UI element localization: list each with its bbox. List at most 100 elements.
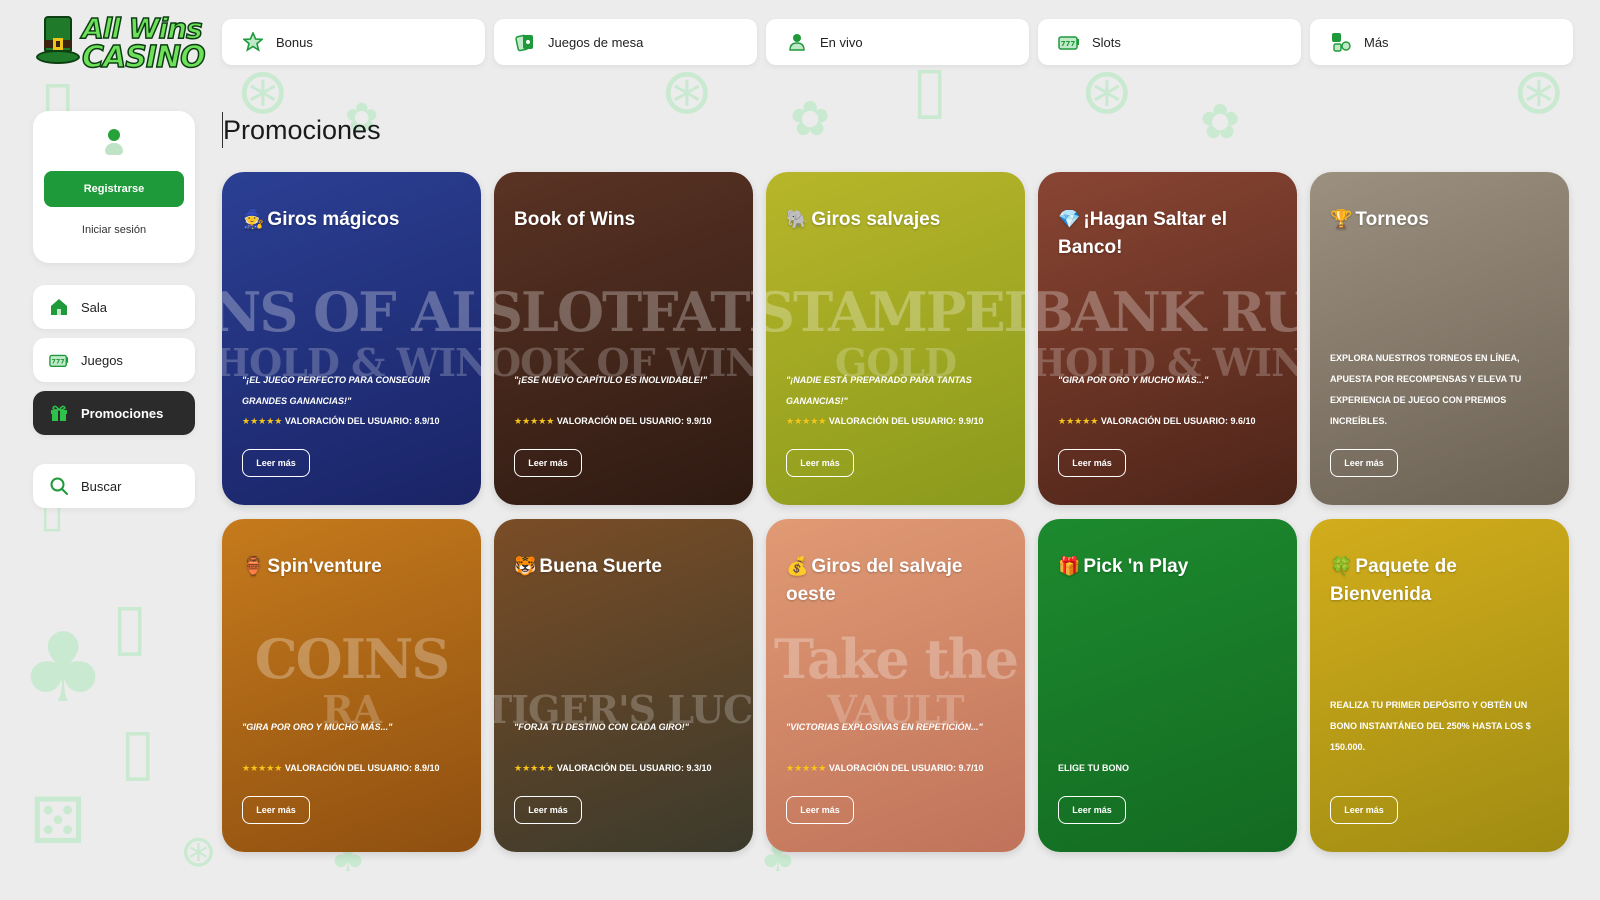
promo-card[interactable]: BANK RUSHHOLD & WIN💎¡Hagan Saltar el Ban… [1038,172,1297,505]
promo-art-text: STAMPEDE [766,280,1025,344]
slot-machine-icon: 777 [49,350,69,370]
logo-text-line2: CASINO [81,39,206,76]
nav-slots-label: Slots [1092,34,1121,50]
rating-text: VALORACIÓN DEL USUARIO: 9.9/10 [828,416,984,426]
promo-title: 🍀 Paquete de Bienvenida [1330,553,1555,609]
promo-emoji-icon: 🏆 [1330,209,1353,230]
promo-description: "¡El juego perfecto para conseguir grand… [242,375,430,406]
read-more-button[interactable]: Leer más [242,796,310,824]
promo-title-text: Torneos [1355,209,1429,230]
promo-description: "Victorias explosivas en repetición..." [786,722,983,732]
page-title: Promociones [222,112,381,148]
promo-title: 🧙 Giros mágicos [242,206,467,234]
promo-emoji-icon: 🐘 [786,209,809,230]
read-more-button[interactable]: Leer más [514,796,582,824]
background-dice-icon: ⚄ [30,785,86,859]
read-more-button[interactable]: Leer más [1058,796,1126,824]
nav-live[interactable]: En vivo [766,19,1029,65]
user-avatar-icon [105,129,123,157]
promo-rating: ★★★★★ VALORACIÓN DEL USUARIO: 8.9/10 [242,416,471,427]
rating-stars-icon: ★★★★★ [514,763,555,773]
promo-title: 🎁 Pick 'n Play [1058,553,1283,581]
promo-description: "Gira por oro y mucho más..." [1058,375,1209,385]
read-more-button[interactable]: Leer más [1330,796,1398,824]
leprechaun-hat-icon [36,16,80,70]
rating-text: VALORACIÓN DEL USUARIO: 9.9/10 [556,416,712,426]
promo-emoji-icon: 🧙 [242,209,265,230]
nav-more-label: Más [1364,34,1389,50]
register-button[interactable]: Registrarse [44,171,184,207]
sidebar-item-juegos[interactable]: 777 Juegos [33,338,195,382]
promo-card[interactable]: NS OF ALKHOLD & WIN🧙Giros mágicos"¡El ju… [222,172,481,505]
background-card-icon: ▯ [912,53,948,127]
promo-card[interactable]: 🍀 Paquete de Bienvenida Realiza tu primer … [1310,519,1569,852]
promo-rating: ★★★★★ VALORACIÓN DEL USUARIO: 9.7/10 [786,763,1015,774]
rating-stars-icon: ★★★★★ [242,416,283,426]
promo-emoji-icon: 🍀 [1330,556,1353,577]
promo-title-text: Spin'venture [267,556,382,577]
promo-title-text: Book of Wins [514,209,636,230]
promo-title-text: Buena Suerte [539,556,662,577]
promo-title: 💰 Giros del salvaje oeste [786,553,1011,609]
promo-title-text: ¡Hagan Saltar el Banco! [1058,209,1228,258]
background-card-icon: ▯ [112,590,148,664]
read-more-button[interactable]: Leer más [1330,449,1398,477]
promo-title-text: Giros mágicos [267,209,400,230]
read-more-button[interactable]: Leer más [786,449,854,477]
read-more-button[interactable]: Leer más [514,449,582,477]
promotions-grid: NS OF ALKHOLD & WIN🧙Giros mágicos"¡El ju… [222,172,1569,852]
promo-card[interactable]: STAMPEDEGOLD🐘Giros salvajes"¡Nadie está … [766,172,1025,505]
promo-title: 🐯 Buena Suerte [514,553,739,581]
background-card-icon: ▯ [120,715,156,789]
promo-emoji-icon: 🐯 [514,556,537,577]
top-navigation: Bonus Juegos de mesa En vivo 777 Slots M… [222,19,1573,65]
promo-art-text: COINS [254,627,451,691]
rating-text: VALORACIÓN DEL USUARIO: 9.7/10 [828,763,984,773]
nav-table-games-label: Juegos de mesa [548,34,644,50]
search-button[interactable]: Buscar [33,464,195,508]
more-games-icon [1330,31,1352,53]
background-chip-icon: ⊛ [1512,55,1566,129]
background-clover-icon: ♣ [20,612,107,724]
promo-title: 💎 ¡Hagan Saltar el Banco! [1058,206,1283,262]
sidebar-item-label: Promociones [81,405,164,421]
promo-description: ELIGE TU BONO [1058,763,1130,773]
background-clover-icon: ✿ [1200,94,1241,150]
rating-stars-icon: ★★★★★ [786,763,827,773]
promo-description: "¡Nadie está preparado para tantas ganan… [786,375,972,406]
sidebar-item-sala[interactable]: Sala [33,285,195,329]
rating-text: VALORACIÓN DEL USUARIO: 9.3/10 [556,763,712,773]
nav-table-games[interactable]: Juegos de mesa [494,19,757,65]
promo-art-text: SLOTFATH [494,280,753,344]
promo-emoji-icon: 💰 [786,556,809,577]
search-label: Buscar [81,478,122,494]
rating-stars-icon: ★★★★★ [786,416,827,426]
login-link[interactable]: Iniciar sesión [33,224,195,236]
nav-bonus[interactable]: Bonus [222,19,485,65]
promo-card[interactable]: Take the VAULT 💰 Giros del salvaje oeste "Vi… [766,519,1025,852]
sidebar-item-promociones[interactable]: Promociones [33,391,195,435]
sidebar-item-label: Sala [81,299,108,315]
background-chip-icon: ⊛ [180,826,217,877]
site-logo[interactable]: All Wins CASINO [32,10,206,76]
gift-icon [49,403,69,423]
nav-slots[interactable]: 777 Slots [1038,19,1301,65]
nav-more[interactable]: Más [1310,19,1573,65]
rating-stars-icon: ★★★★★ [1058,416,1099,426]
promo-description: "Gira por oro y mucho más..." [242,722,393,732]
read-more-button[interactable]: Leer más [786,796,854,824]
promo-emoji-icon: 🎁 [1058,556,1081,577]
promo-card[interactable]: 🏆 Torneos Explora nuestros torneos en líne… [1310,172,1569,505]
cards-icon [514,31,536,53]
read-more-button[interactable]: Leer más [1058,449,1126,477]
promo-card[interactable]: TIGER'S LUCK🐯Buena Suerte"Forja tu desti… [494,519,753,852]
promo-card[interactable]: 🎁 Pick 'n Play ELIGE TU BONO Leer más [1038,519,1297,852]
promo-description: Realiza tu primer depósito y obtén un bo… [1330,700,1531,752]
promo-card[interactable]: SLOTFATHOOK OF WINBook of Wins"¡Ese nuev… [494,172,753,505]
promo-card[interactable]: COINS RA 🏺 Spin'venture "Gira por oro y much… [222,519,481,852]
promo-title: 🐘 Giros salvajes [786,206,1011,234]
promo-description: Explora nuestros torneos en línea, apues… [1330,353,1522,426]
read-more-button[interactable]: Leer más [242,449,310,477]
search-icon [49,476,69,496]
promo-title-text: Pick 'n Play [1083,556,1189,577]
